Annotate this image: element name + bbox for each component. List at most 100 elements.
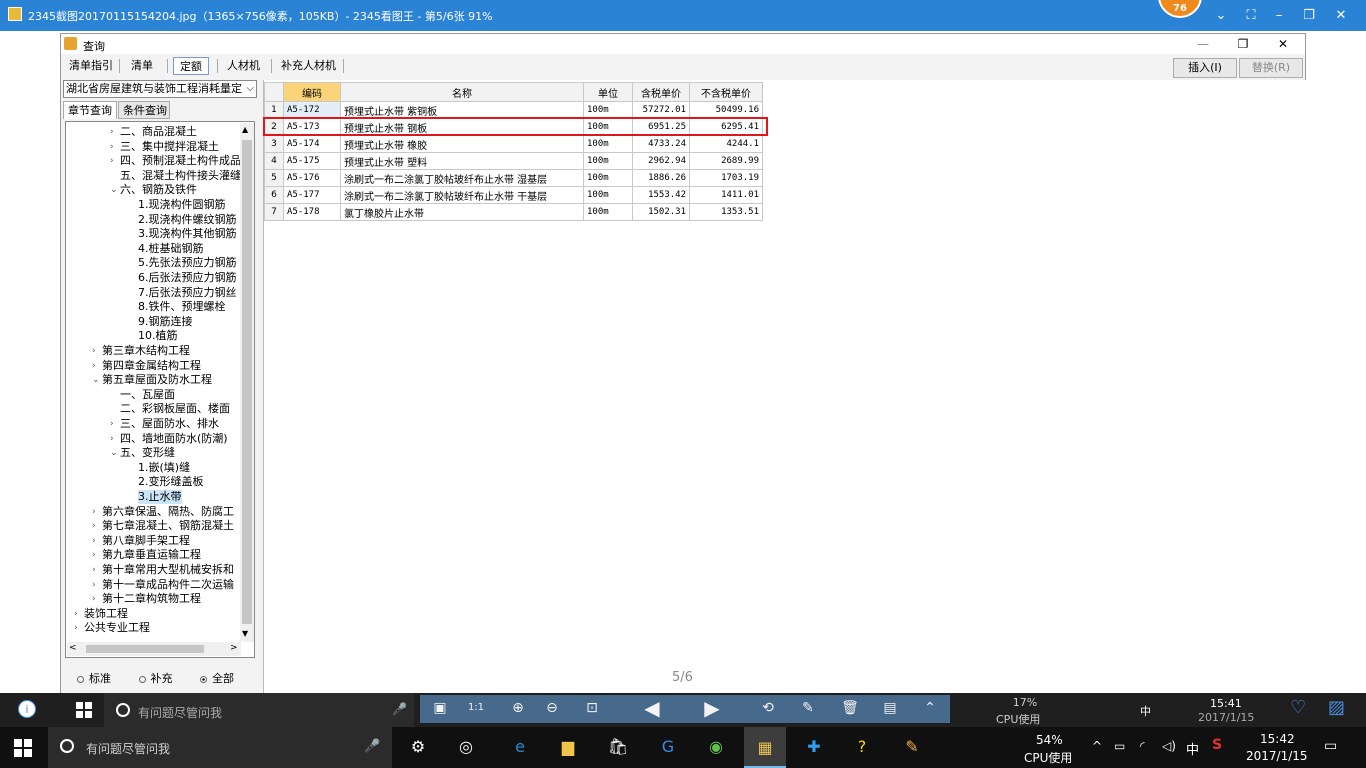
- edge-icon[interactable]: e: [508, 735, 532, 759]
- fullscreen-icon[interactable]: ⛶: [1240, 6, 1262, 26]
- radio-supplement[interactable]: 补充: [137, 672, 173, 685]
- column-header-price-tax[interactable]: 含税单价: [632, 82, 690, 102]
- g-app-icon[interactable]: G: [656, 735, 680, 759]
- cell-name[interactable]: 预埋式止水带 紫铜板: [340, 101, 584, 119]
- tab-condition-query[interactable]: 条件查询: [118, 101, 170, 119]
- notes-app-icon[interactable]: ✎: [900, 735, 924, 759]
- tab-bill-guide[interactable]: 清单指引: [63, 57, 119, 75]
- tree-expand-icon[interactable]: ›: [92, 534, 96, 548]
- tree-node[interactable]: 第七章混凝土、钢筋混凝土: [102, 519, 234, 533]
- zoom-out-icon[interactable]: ⊖: [542, 698, 562, 718]
- tree-node[interactable]: 第十一章成品构件二次运输: [102, 578, 234, 592]
- actual-size-icon[interactable]: 1:1: [466, 698, 486, 718]
- tree-expand-icon[interactable]: ›: [110, 140, 114, 154]
- column-header-unit[interactable]: 单位: [583, 82, 633, 102]
- row-index[interactable]: 7: [264, 203, 284, 221]
- chevron-down-icon[interactable]: ⌄: [1210, 6, 1232, 26]
- tree-node[interactable]: 五、变形缝: [120, 446, 175, 460]
- tab-quota[interactable]: 定额: [173, 57, 209, 75]
- action-center-icon[interactable]: ▭: [1324, 738, 1337, 754]
- tree-expand-icon[interactable]: ›: [110, 154, 114, 168]
- row-index[interactable]: 4: [264, 152, 284, 170]
- chevron-down-icon[interactable]: ⌵: [246, 81, 254, 97]
- tree-expand-icon[interactable]: ›: [74, 607, 78, 621]
- cell-price-tax[interactable]: 1886.26: [632, 169, 690, 187]
- 360-browser-icon[interactable]: ◉: [704, 735, 728, 759]
- table-row[interactable]: 5 A5-176 涂刷式一布二涂氯丁胶帖玻纤布止水带 湿基层 100m 1886.26 1…: [264, 169, 763, 187]
- restore-icon[interactable]: ❐: [1223, 34, 1263, 54]
- tree-node[interactable]: 二、商品混凝土: [120, 125, 197, 139]
- tree-node[interactable]: 第五章屋面及防水工程: [102, 373, 212, 387]
- favorite-icon[interactable]: ♡: [1290, 697, 1306, 718]
- clock-time[interactable]: 15:42: [1260, 732, 1295, 746]
- column-header-name[interactable]: 名称: [340, 82, 584, 102]
- cell-price-tax[interactable]: 1553.42: [632, 186, 690, 204]
- cell-code[interactable]: A5-178: [283, 203, 341, 221]
- tree-node[interactable]: 装饰工程: [84, 607, 128, 621]
- cell-name[interactable]: 涂刷式一布二涂氯丁胶帖玻纤布止水带 干基层: [340, 186, 584, 204]
- radio-standard-circle[interactable]: [77, 675, 84, 683]
- tree-expand-icon[interactable]: ›: [110, 432, 114, 446]
- tree-node[interactable]: 6.后张法预应力钢筋: [138, 271, 237, 285]
- cell-name[interactable]: 涂刷式一布二涂氯丁胶帖玻纤布止水带 湿基层: [340, 169, 584, 187]
- cell-price-notax[interactable]: 2689.99: [689, 152, 763, 170]
- image-viewer-app-icon[interactable]: ▦: [744, 727, 786, 768]
- tree-node[interactable]: 5.先张法预应力钢筋: [138, 256, 237, 270]
- radio-all[interactable]: 全部: [198, 672, 234, 685]
- scroll-right-icon[interactable]: >: [230, 643, 238, 653]
- file-explorer-icon[interactable]: ▆: [556, 735, 580, 759]
- cell-code[interactable]: A5-176: [283, 169, 341, 187]
- tray-chevron-icon[interactable]: ^: [1092, 739, 1102, 753]
- zoom-in-icon[interactable]: ⊕: [508, 698, 528, 718]
- tree-node[interactable]: 7.后张法预应力钢丝: [138, 286, 237, 300]
- tree-expand-icon[interactable]: ›: [92, 563, 96, 577]
- tree-node[interactable]: 第三章木结构工程: [102, 344, 190, 358]
- tree-node[interactable]: 四、预制混凝土构件成品: [120, 154, 241, 168]
- tree-node[interactable]: 六、钢筋及铁件: [120, 183, 197, 197]
- cell-name[interactable]: 预埋式止水带 橡胶: [340, 135, 584, 153]
- rotate-icon[interactable]: ⟲: [758, 698, 778, 718]
- column-header-price-notax[interactable]: 不含税单价: [689, 82, 763, 102]
- row-index[interactable]: 1: [264, 101, 284, 119]
- tree-node[interactable]: 1.现浇构件圆钢筋: [138, 198, 226, 212]
- store-icon[interactable]: 🛍: [606, 735, 630, 759]
- cell-price-tax[interactable]: 2962.94: [632, 152, 690, 170]
- cell-price-notax[interactable]: 1353.51: [689, 203, 763, 221]
- tree-expand-icon[interactable]: ›: [74, 621, 78, 635]
- folder-icon[interactable]: ▣: [430, 698, 450, 718]
- volume-icon[interactable]: ◁): [1162, 739, 1176, 753]
- battery-icon[interactable]: ▭: [1114, 739, 1125, 753]
- delete-icon[interactable]: 🗑: [840, 698, 860, 718]
- tree-expand-icon[interactable]: ›: [110, 417, 114, 431]
- tree-expand-icon[interactable]: ›: [92, 592, 96, 606]
- tree-expand-icon[interactable]: ›: [92, 578, 96, 592]
- table-row[interactable]: 4 A5-175 预埋式止水带 塑料 100m 2962.94 2689.99: [264, 152, 763, 170]
- cell-price-notax[interactable]: 1411.01: [689, 186, 763, 204]
- edit-icon[interactable]: ✎: [798, 698, 818, 718]
- tree-node[interactable]: 1.嵌(填)缝: [138, 461, 190, 475]
- tree-expand-icon[interactable]: ›: [92, 548, 96, 562]
- cell-unit[interactable]: 100m: [583, 169, 633, 187]
- info-icon[interactable]: i: [18, 700, 36, 718]
- fit-window-icon[interactable]: ⊡: [582, 698, 602, 718]
- microphone-icon[interactable]: 🎤: [364, 739, 380, 754]
- tree-node[interactable]: 二、彩钢板屋面、楼面: [120, 402, 230, 416]
- tree-node[interactable]: 五、混凝土构件接头灌缝: [120, 169, 241, 183]
- cell-code[interactable]: A5-174: [283, 135, 341, 153]
- library-select[interactable]: 湖北省房屋建筑与装饰工程消耗量定 ⌵: [63, 80, 257, 98]
- cell-unit[interactable]: 100m: [583, 135, 633, 153]
- tab-bill[interactable]: 清单: [125, 57, 159, 75]
- tree-node[interactable]: 第十章常用大型机械安拆和: [102, 563, 234, 577]
- cell-price-tax[interactable]: 4733.24: [632, 135, 690, 153]
- network-icon[interactable]: ◜: [1140, 739, 1145, 753]
- scroll-down-icon[interactable]: ▼: [242, 629, 248, 638]
- insert-button[interactable]: 插入(I): [1173, 58, 1237, 78]
- tree-node[interactable]: 2.现浇构件螺纹钢筋: [138, 213, 237, 227]
- table-row[interactable]: 3 A5-174 预埋式止水带 橡胶 100m 4733.24 4244.1: [264, 135, 763, 153]
- row-index[interactable]: 6: [264, 186, 284, 204]
- tree-node[interactable]: 第九章垂直运输工程: [102, 548, 201, 562]
- tree-expand-icon[interactable]: ›: [92, 344, 96, 358]
- minimize-icon[interactable]: –: [1268, 6, 1290, 26]
- cell-name[interactable]: 氯丁橡胶片止水带: [340, 203, 584, 221]
- plus-app-icon[interactable]: ✚: [802, 735, 826, 759]
